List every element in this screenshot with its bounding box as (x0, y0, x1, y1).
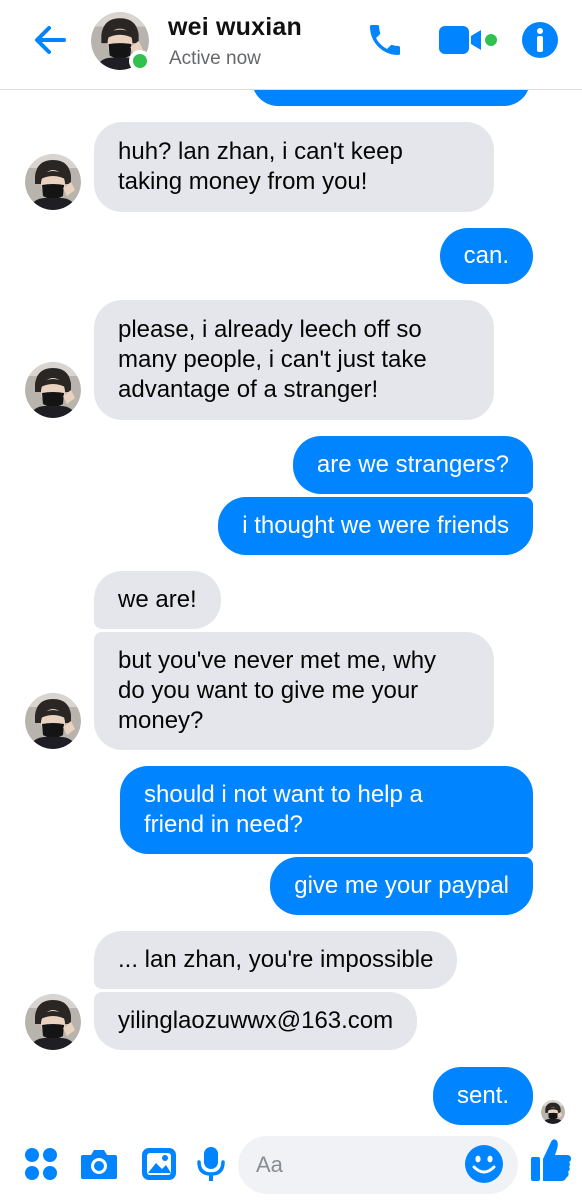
message-line: should i not want to help a (144, 781, 423, 808)
message-line: yilinglaozuwwx@163.com (118, 1007, 394, 1034)
message-line: advantage of a stranger! (118, 376, 379, 403)
message-line: are we strangers? (316, 451, 509, 478)
contact-avatar[interactable] (25, 362, 81, 418)
like-button[interactable] (528, 1138, 574, 1182)
message-bubble-incoming[interactable]: please, i already leech off so many peop… (94, 300, 494, 420)
message-bubble-outgoing[interactable]: should i not want to help a friend in ne… (120, 766, 533, 854)
message-bubble-outgoing[interactable]: can. (439, 228, 533, 284)
message-bubble-outgoing[interactable]: i thought we were friends (218, 497, 533, 555)
camera-button[interactable] (78, 1142, 120, 1186)
message-line: i thought we were friends (242, 512, 509, 539)
video-camera-icon (439, 26, 497, 54)
message-thread[interactable]: huh? lan zhan, i can't keep taking money… (0, 0, 582, 1200)
message-bubble-outgoing[interactable]: give me your paypal (270, 857, 533, 915)
message-line: give me your paypal (294, 872, 509, 899)
contact-status: Active now (169, 48, 261, 69)
voice-call-button[interactable] (362, 18, 408, 62)
message-bubble-incoming[interactable]: we are! (94, 571, 221, 629)
message-bubble-outgoing[interactable]: are we strangers? (292, 436, 533, 494)
message-line: huh? lan zhan, i can't keep (118, 138, 403, 165)
microphone-icon (197, 1147, 225, 1181)
seen-receipt-avatar (541, 1100, 565, 1124)
voice-message-button[interactable] (192, 1142, 230, 1186)
emoji-icon (465, 1145, 503, 1183)
online-indicator (129, 50, 151, 72)
message-bubble-incoming[interactable]: yilinglaozuwwx@163.com (94, 992, 418, 1050)
contact-name[interactable]: wei wuxian (168, 13, 302, 42)
gallery-icon (142, 1148, 176, 1180)
contact-avatar[interactable] (25, 994, 81, 1050)
info-icon (522, 22, 558, 58)
contact-avatar[interactable] (25, 154, 81, 210)
message-bubble-incoming[interactable]: huh? lan zhan, i can't keep taking money… (94, 122, 494, 212)
contact-avatar[interactable] (25, 693, 81, 749)
video-call-button[interactable] (437, 18, 505, 62)
back-button[interactable] (30, 20, 70, 60)
chat-header: wei wuxian Active now (0, 0, 582, 90)
message-line: ... lan zhan, you're impossible (118, 946, 434, 973)
emoji-button[interactable] (462, 1142, 506, 1186)
menu-dots-icon (25, 1148, 57, 1180)
message-line: friend in need? (144, 811, 303, 838)
message-line: taking money from you! (118, 168, 368, 195)
message-line: we are! (118, 586, 197, 613)
message-bubble-incoming[interactable]: ... lan zhan, you're impossible (94, 931, 458, 989)
arrow-left-icon (35, 26, 66, 54)
message-composer (0, 1130, 582, 1200)
message-bubble-incoming[interactable]: but you've never met me, why do you want… (94, 632, 494, 750)
message-line: but you've never met me, why (118, 647, 437, 674)
more-actions-button[interactable] (20, 1142, 62, 1186)
message-line: many people, i can't just take (118, 346, 427, 373)
camera-icon (81, 1150, 117, 1179)
info-button[interactable] (518, 18, 562, 62)
message-line: please, i already leech off so (118, 316, 422, 343)
phone-icon (370, 25, 400, 55)
gallery-button[interactable] (138, 1142, 180, 1186)
header-avatar[interactable] (91, 12, 151, 72)
message-line: sent. (456, 1082, 509, 1109)
message-line: do you want to give me your (118, 677, 419, 704)
message-bubble-outgoing[interactable]: sent. (432, 1067, 533, 1125)
message-line: can. (463, 242, 509, 269)
message-line: money? (118, 707, 204, 734)
thumbs-up-icon (531, 1139, 571, 1181)
